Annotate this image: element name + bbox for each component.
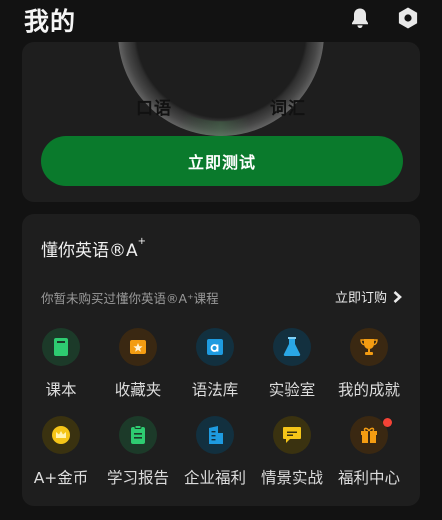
trophy-icon (360, 339, 378, 355)
page-title: 我的 (24, 7, 77, 36)
start-test-button[interactable]: 立即测试 (41, 136, 403, 186)
grid-item-label: 我的成就 (337, 381, 400, 399)
gauge-label-vocabulary: 词汇 (270, 99, 306, 119)
grid-item-enterprise[interactable]: 企业福利 (178, 416, 252, 487)
icon-bg (196, 328, 234, 366)
grid-item-scenario[interactable]: 情景实战 (255, 416, 329, 487)
icon-bg (350, 328, 388, 366)
icon-bg (42, 328, 80, 366)
building-icon (209, 426, 223, 444)
settings-icon[interactable] (396, 6, 420, 30)
grid-item-benefits[interactable]: 福利中心 (332, 416, 406, 487)
subscribe-label: 立即订购 (334, 291, 387, 306)
grid-item-coins[interactable]: A+金币 (24, 416, 98, 487)
grid-item-favorites[interactable]: 收藏夹 (101, 328, 175, 399)
subscribe-link[interactable]: 立即订购 (335, 287, 402, 306)
icon-bg (42, 416, 80, 454)
purchase-notice: 你暂未购买过懂你英语®A⁺课程 (41, 291, 219, 306)
flask-icon (283, 337, 301, 356)
grid-item-label: 福利中心 (337, 469, 400, 487)
product-title: 懂你英语®A+ (41, 236, 147, 261)
gift-icon (361, 427, 377, 443)
gauge-label-speaking: 口语 (136, 99, 172, 119)
level-test-card: 口语 词汇 立即测试 (22, 42, 420, 202)
icon-bg (119, 328, 157, 366)
header: 我的 (0, 0, 442, 40)
icon-bg (119, 416, 157, 454)
chevron-right-icon (393, 290, 402, 303)
notification-badge (383, 418, 392, 427)
star-folder-icon (130, 340, 146, 354)
product-card: 懂你英语®A+ 你暂未购买过懂你英语®A⁺课程 立即订购 课本 收藏夹 语法库 … (22, 214, 420, 506)
grid-item-achievements[interactable]: 我的成就 (332, 328, 406, 399)
report-icon (131, 425, 145, 444)
bell-icon[interactable] (348, 6, 372, 30)
book-icon (54, 338, 68, 356)
grid-item-grammar[interactable]: 语法库 (178, 328, 252, 399)
grid-item-lab[interactable]: 实验室 (255, 328, 329, 399)
icon-bg (273, 416, 311, 454)
crown-coin-icon (52, 426, 70, 444)
icon-bg (196, 416, 234, 454)
grammar-a-icon (207, 339, 223, 355)
grid-item-textbook[interactable]: 课本 (24, 328, 98, 399)
grid-item-report[interactable]: 学习报告 (101, 416, 175, 487)
icon-bg (273, 328, 311, 366)
chat-icon (283, 427, 301, 443)
